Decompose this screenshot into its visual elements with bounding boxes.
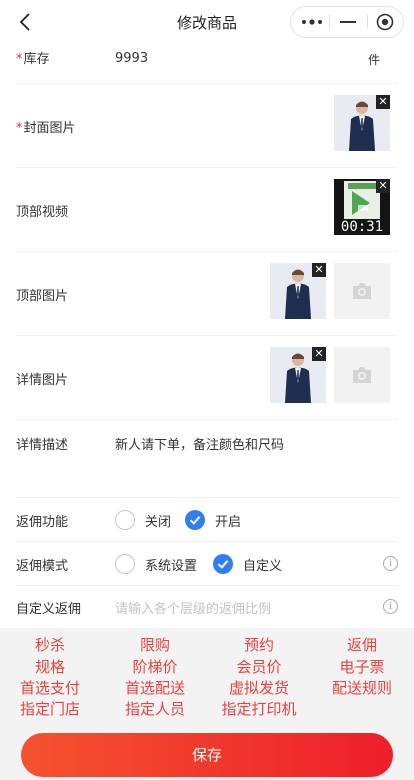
video-delete-button[interactable]: ✕ <box>376 179 390 193</box>
save-button[interactable]: 保存 <box>21 733 393 777</box>
mode-custom-radio[interactable] <box>213 554 233 574</box>
tool-purchase-limit[interactable]: 限购 <box>105 634 205 655</box>
top-images-row: 顶部图片 ✕ <box>16 252 398 336</box>
minimize-button[interactable] <box>329 7 367 37</box>
stock-unit: 件 <box>367 53 380 67</box>
camera-icon <box>353 367 371 383</box>
mode-custom-label[interactable]: 自定义 <box>243 555 282 574</box>
custom-commission-label: 自定义返佣 <box>16 602 82 617</box>
info-icon[interactable]: i <box>383 556 398 571</box>
target-close-icon <box>376 13 394 31</box>
more-button[interactable] <box>293 7 331 37</box>
top-image-upload-button[interactable] <box>334 263 390 319</box>
commission-label: 返佣功能 <box>16 515 69 530</box>
tool-preferred-delivery[interactable]: 首选配送 <box>105 677 205 698</box>
tool-preferred-payment[interactable]: 首选支付 <box>0 677 100 698</box>
tool-seckill[interactable]: 秒杀 <box>0 634 100 655</box>
detail-image-delete-button[interactable]: ✕ <box>312 347 326 361</box>
close-program-button[interactable] <box>366 7 404 37</box>
detail-image-upload-button[interactable] <box>334 347 390 403</box>
commission-mode-label: 返佣模式 <box>16 559 69 574</box>
tool-virtual-shipping[interactable]: 虚拟发货 <box>209 677 309 698</box>
top-video-row: 顶部视频 00:31 ✕ <box>16 168 398 252</box>
tool-spec[interactable]: 规格 <box>0 656 100 677</box>
commission-mode-row: 返佣模式 系统设置 自定义 i <box>16 542 398 586</box>
commission-on-label[interactable]: 开启 <box>215 511 241 530</box>
info-icon[interactable]: i <box>383 599 398 614</box>
stock-input[interactable]: 9993 <box>115 51 148 66</box>
cover-image[interactable]: ✕ <box>334 95 390 151</box>
detail-image-1[interactable]: ✕ <box>270 347 326 403</box>
tool-assign-store[interactable]: 指定门店 <box>0 698 100 719</box>
commission-on-radio[interactable] <box>185 510 205 530</box>
tool-delivery-rules[interactable]: 配送规则 <box>312 677 412 698</box>
camera-icon <box>353 283 371 299</box>
top-image-1[interactable]: ✕ <box>270 263 326 319</box>
tool-assign-printer[interactable]: 指定打印机 <box>209 698 309 719</box>
description-row: 详情描述 新人请下单，备注颜色和尺码 <box>16 420 398 498</box>
tool-e-ticket[interactable]: 电子票 <box>312 656 412 677</box>
description-textarea[interactable]: 新人请下单，备注颜色和尺码 <box>115 434 284 453</box>
commission-off-radio[interactable] <box>115 510 135 530</box>
navigation-bar: 修改商品 <box>0 0 414 44</box>
cover-label: *封面图片 <box>16 121 76 136</box>
tool-member-price[interactable]: 会员价 <box>209 656 309 677</box>
top-video-label: 顶部视频 <box>16 205 69 220</box>
top-video[interactable]: 00:31 ✕ <box>334 179 390 235</box>
top-images-label: 顶部图片 <box>16 289 69 304</box>
detail-images-row: 详情图片 ✕ <box>16 336 398 420</box>
stock-label: *库存 <box>16 52 50 67</box>
video-duration: 00:31 <box>340 219 384 235</box>
commission-off-label[interactable]: 关闭 <box>145 511 171 530</box>
more-dots-icon <box>302 19 322 25</box>
top-image-delete-button[interactable]: ✕ <box>312 263 326 277</box>
tool-reservation[interactable]: 预约 <box>209 634 309 655</box>
custom-commission-input[interactable]: 请输入各个层级的返佣比例 <box>115 598 271 617</box>
tool-tier-price[interactable]: 阶梯价 <box>105 656 205 677</box>
cover-row: *封面图片 ✕ <box>16 84 398 168</box>
tool-assign-staff[interactable]: 指定人员 <box>105 698 205 719</box>
mode-system-radio[interactable] <box>115 554 135 574</box>
check-icon <box>217 560 229 569</box>
custom-commission-row: 自定义返佣 请输入各个层级的返佣比例 i <box>16 586 398 628</box>
check-icon <box>189 516 201 525</box>
mode-system-label[interactable]: 系统设置 <box>145 555 197 574</box>
mini-program-capsule <box>290 6 404 38</box>
cover-delete-button[interactable]: ✕ <box>376 95 390 109</box>
minimize-icon <box>340 21 356 23</box>
commission-row: 返佣功能 关闭 开启 <box>16 498 398 542</box>
description-label: 详情描述 <box>16 438 69 453</box>
detail-images-label: 详情图片 <box>16 373 69 388</box>
tool-commission[interactable]: 返佣 <box>312 634 412 655</box>
stock-row: *库存 9993 件 <box>16 44 398 84</box>
